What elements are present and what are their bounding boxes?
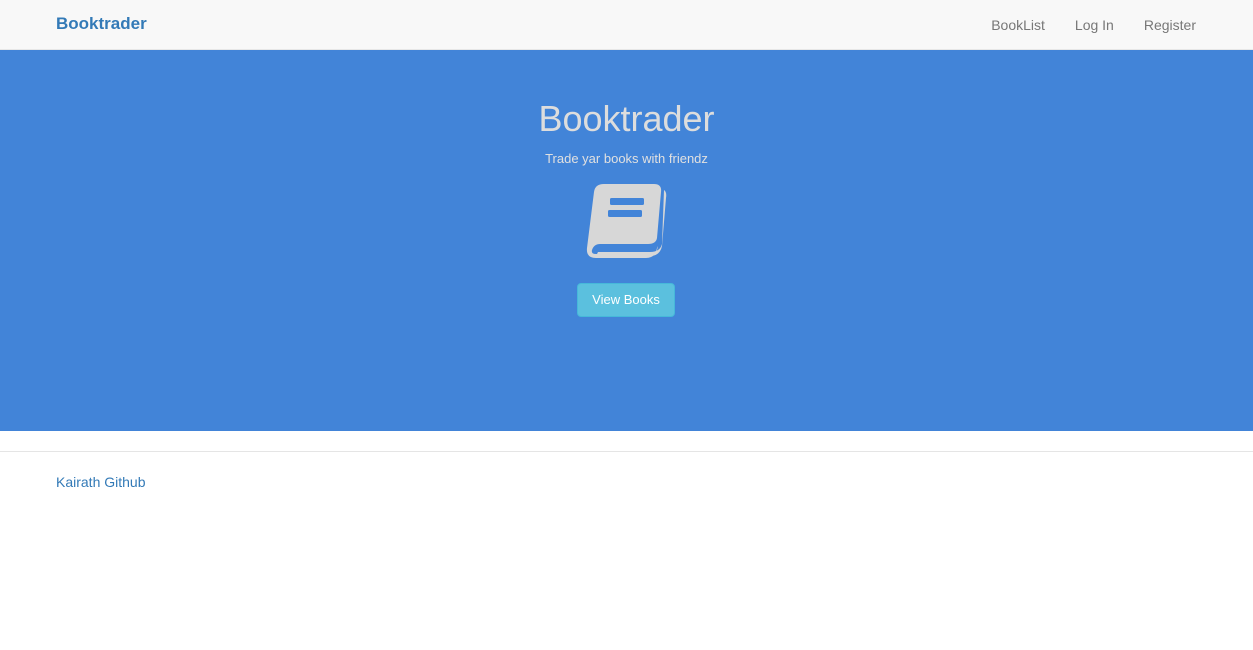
github-link[interactable]: Kairath Github bbox=[56, 473, 146, 491]
navbar: Booktrader BookList Log In Register bbox=[0, 0, 1253, 50]
hero-title: Booktrader bbox=[538, 98, 715, 139]
view-books-button[interactable]: View Books bbox=[577, 283, 675, 317]
nav-links: BookList Log In Register bbox=[961, 0, 1196, 49]
hero-subtitle: Trade yar books with friendz bbox=[545, 151, 708, 166]
nav-link-login[interactable]: Log In bbox=[1075, 15, 1114, 35]
nav-link-register[interactable]: Register bbox=[1144, 15, 1196, 35]
book-icon bbox=[586, 184, 667, 258]
footer-divider bbox=[0, 451, 1253, 452]
hero-jumbotron: Booktrader Trade yar books with friendz … bbox=[0, 50, 1253, 431]
brand-link[interactable]: Booktrader bbox=[56, 13, 147, 35]
nav-link-booklist[interactable]: BookList bbox=[991, 15, 1045, 35]
